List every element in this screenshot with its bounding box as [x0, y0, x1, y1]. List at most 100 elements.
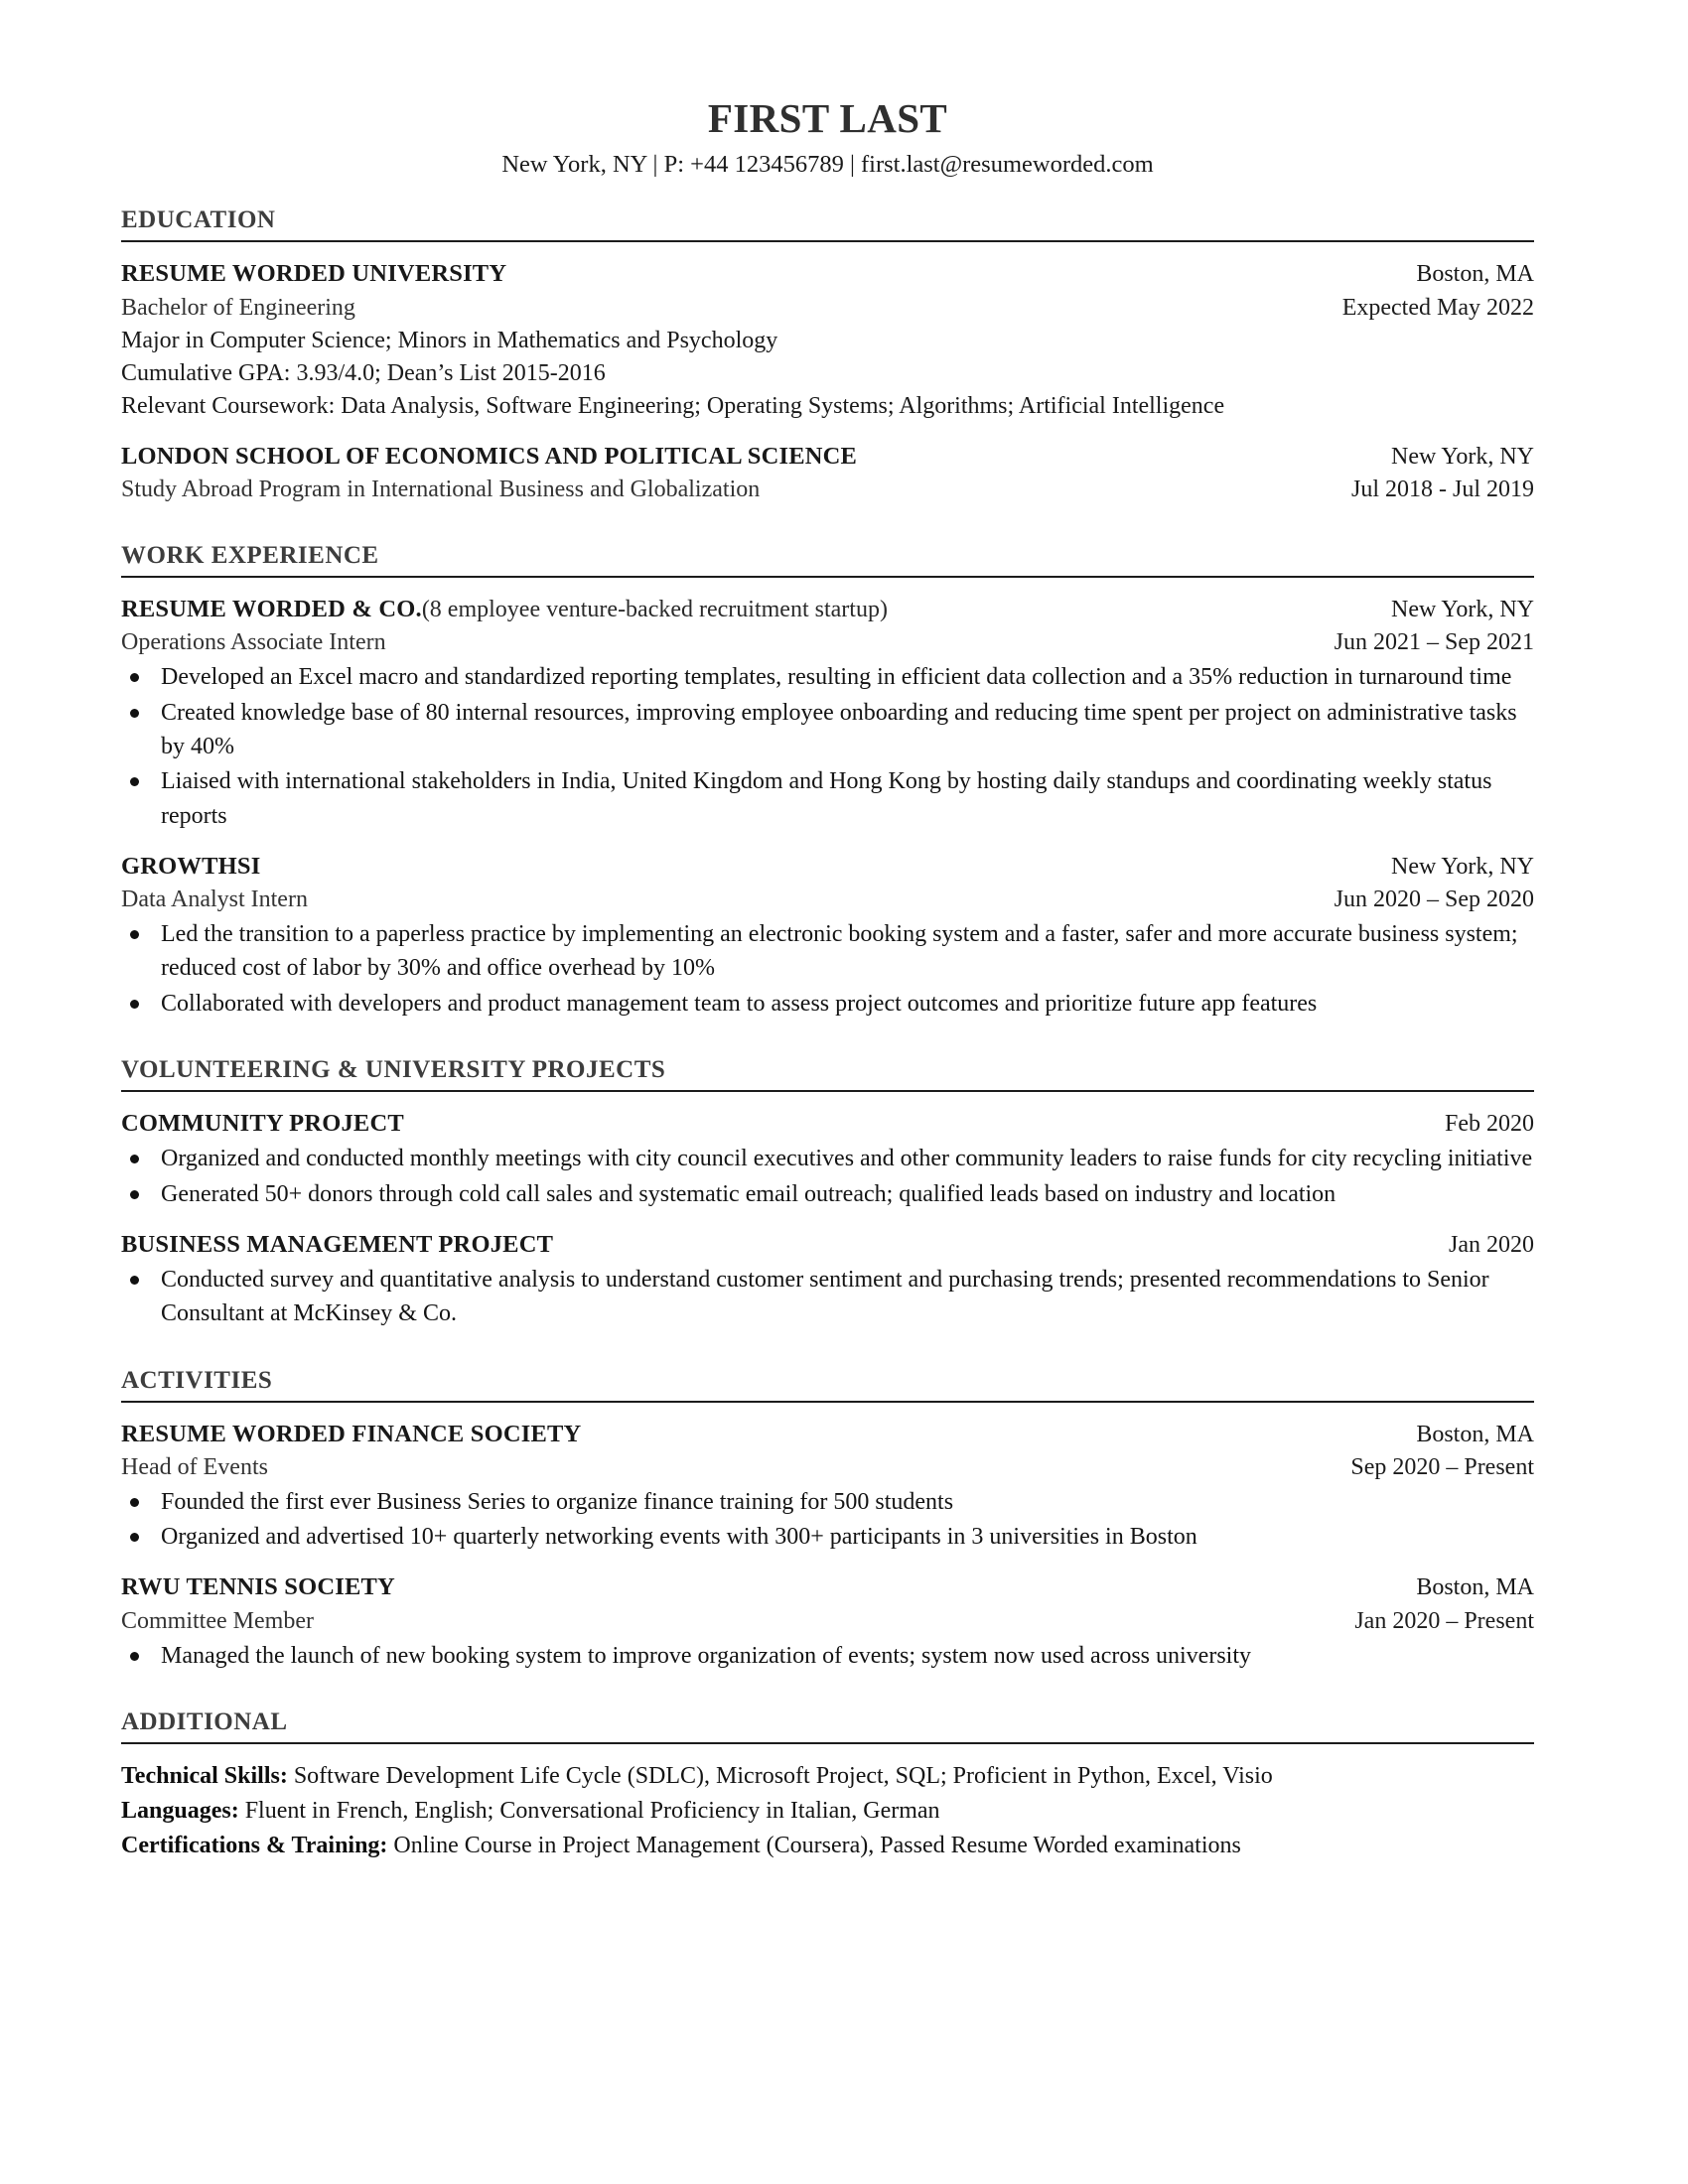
entry-role-row: Head of Events Sep 2020 – Present — [121, 1451, 1534, 1484]
organization-location: New York, NY — [1390, 443, 1534, 470]
bullet-item: Organized and advertised 10+ quarterly n… — [121, 1520, 1534, 1554]
entry-header-row: BUSINESS MANAGEMENT PROJECT Jan 2020 — [121, 1228, 1534, 1262]
entry-left: COMMUNITY PROJECT — [121, 1107, 1445, 1141]
project-name: COMMUNITY PROJECT — [121, 1110, 404, 1138]
entry-header-row: RESUME WORDED & CO.(8 employee venture-b… — [121, 593, 1534, 626]
bullet-list: Conducted survey and quantitative analys… — [121, 1263, 1534, 1331]
bullet-item: Organized and conducted monthly meetings… — [121, 1142, 1534, 1175]
entry-left: LONDON SCHOOL OF ECONOMICS AND POLITICAL… — [121, 440, 1391, 474]
entry-header-row: COMMUNITY PROJECT Feb 2020 — [121, 1107, 1534, 1141]
bullet-item: Developed an Excel macro and standardize… — [121, 660, 1534, 694]
entry-left: RWU TENNIS SOCIETY — [121, 1570, 1416, 1604]
role-dates: Sep 2020 – Present — [1350, 1453, 1534, 1480]
section-volunteering: VOLUNTEERING & UNIVERSITY PROJECTS COMMU… — [121, 1055, 1534, 1330]
activity-entry: RWU TENNIS SOCIETY Boston, MA Committee … — [121, 1570, 1534, 1673]
section-title-activities: ACTIVITIES — [121, 1366, 273, 1394]
bullet-item: Collaborated with developers and product… — [121, 987, 1534, 1021]
organization-location: New York, NY — [1390, 597, 1534, 623]
organization-name: RWU TENNIS SOCIETY — [121, 1573, 395, 1601]
organization-location: New York, NY — [1390, 853, 1534, 880]
section-additional: ADDITIONAL Technical Skills: Software De… — [121, 1707, 1534, 1862]
work-entry: RESUME WORDED & CO.(8 employee venture-b… — [121, 593, 1534, 833]
education-entry: RESUME WORDED UNIVERSITY Boston, MA Bach… — [121, 257, 1534, 423]
section-divider — [121, 1741, 1534, 1744]
project-entry: COMMUNITY PROJECT Feb 2020 Organized and… — [121, 1107, 1534, 1211]
project-entry: BUSINESS MANAGEMENT PROJECT Jan 2020 Con… — [121, 1228, 1534, 1331]
organization-location: Boston, MA — [1416, 1574, 1534, 1601]
role-title: Head of Events — [121, 1453, 268, 1480]
role-dates: Expected May 2022 — [1341, 294, 1534, 321]
bullet-item: Founded the first ever Business Series t… — [121, 1485, 1534, 1519]
contact-line: New York, NY | P: +44 123456789 | first.… — [501, 150, 1154, 178]
entry-header-row: RWU TENNIS SOCIETY Boston, MA — [121, 1570, 1534, 1604]
bullet-list: Developed an Excel macro and standardize… — [121, 660, 1534, 833]
section-education: EDUCATION RESUME WORDED UNIVERSITY Bosto… — [121, 205, 1534, 506]
project-date: Feb 2020 — [1445, 1111, 1534, 1138]
role-dates: Jul 2018 - Jul 2019 — [1350, 477, 1534, 503]
additional-value: Software Development Life Cycle (SDLC), … — [287, 1762, 1273, 1789]
organization-name: RESUME WORDED UNIVERSITY — [121, 260, 507, 288]
bullet-list: Managed the launch of new booking system… — [121, 1639, 1534, 1673]
additional-label: Technical Skills: — [121, 1762, 288, 1789]
additional-label: Certifications & Training: — [121, 1832, 388, 1858]
role-title: Operations Associate Intern — [121, 629, 386, 656]
education-entry: LONDON SCHOOL OF ECONOMICS AND POLITICAL… — [121, 440, 1534, 506]
entry-header-row: RESUME WORDED FINANCE SOCIETY Boston, MA — [121, 1418, 1534, 1451]
entry-role-row: Data Analyst Intern Jun 2020 – Sep 2020 — [121, 884, 1534, 916]
section-divider — [121, 1090, 1534, 1093]
section-divider — [121, 240, 1534, 243]
resume-header: FIRST LAST New York, NY | P: +44 1234567… — [121, 95, 1534, 180]
project-date: Jan 2020 — [1449, 1231, 1534, 1258]
organization-location: Boston, MA — [1416, 1421, 1534, 1447]
section-activities: ACTIVITIES RESUME WORDED FINANCE SOCIETY… — [121, 1366, 1534, 1673]
bullet-item: Led the transition to a paperless practi… — [121, 917, 1534, 986]
entry-header-row: GROWTHSI New York, NY — [121, 850, 1534, 884]
bullet-item: Liaised with international stakeholders … — [121, 764, 1534, 833]
entry-left: RESUME WORDED UNIVERSITY — [121, 257, 1416, 291]
organization-name: LONDON SCHOOL OF ECONOMICS AND POLITICAL… — [121, 442, 858, 470]
organization-note: (8 employee venture-backed recruitment s… — [421, 597, 888, 623]
role-title: Bachelor of Engineering — [121, 294, 355, 321]
section-title-education: EDUCATION — [121, 206, 276, 234]
candidate-name: FIRST LAST — [707, 95, 948, 141]
organization-name: GROWTHSI — [121, 852, 261, 880]
section-title-volunteering: VOLUNTEERING & UNIVERSITY PROJECTS — [121, 1056, 666, 1084]
entry-left: GROWTHSI — [121, 850, 1391, 884]
entry-left: BUSINESS MANAGEMENT PROJECT — [121, 1228, 1449, 1262]
bullet-item: Generated 50+ donors through cold call s… — [121, 1177, 1534, 1211]
additional-row: Technical Skills: Software Development L… — [121, 1759, 1534, 1794]
role-title: Committee Member — [121, 1607, 314, 1634]
activity-entry: RESUME WORDED FINANCE SOCIETY Boston, MA… — [121, 1418, 1534, 1555]
additional-value: Online Course in Project Management (Cou… — [387, 1832, 1241, 1858]
education-detail: Major in Computer Science; Minors in Mat… — [121, 327, 778, 353]
bullet-item: Managed the launch of new booking system… — [121, 1639, 1534, 1673]
role-title: Study Abroad Program in International Bu… — [121, 477, 761, 503]
additional-row: Languages: Fluent in French, English; Co… — [121, 1794, 1534, 1829]
entry-role-row: Operations Associate Intern Jun 2021 – S… — [121, 626, 1534, 659]
bullet-list: Founded the first ever Business Series t… — [121, 1485, 1534, 1555]
bullet-item: Created knowledge base of 80 internal re… — [121, 696, 1534, 764]
section-title-additional: ADDITIONAL — [121, 1707, 288, 1735]
entry-role-row: Bachelor of Engineering Expected May 202… — [121, 292, 1534, 325]
education-detail: Relevant Coursework: Data Analysis, Soft… — [121, 392, 1225, 419]
bullet-list: Led the transition to a paperless practi… — [121, 917, 1534, 1021]
project-name: BUSINESS MANAGEMENT PROJECT — [121, 1230, 554, 1258]
resume-page: FIRST LAST New York, NY | P: +44 1234567… — [0, 0, 1688, 2184]
role-dates: Jan 2020 – Present — [1354, 1607, 1534, 1634]
section-divider — [121, 576, 1534, 579]
role-title: Data Analyst Intern — [121, 887, 308, 913]
work-entry: GROWTHSI New York, NY Data Analyst Inter… — [121, 850, 1534, 1021]
bullet-list: Organized and conducted monthly meetings… — [121, 1142, 1534, 1211]
section-divider — [121, 1400, 1534, 1403]
entry-role-row: Study Abroad Program in International Bu… — [121, 474, 1534, 506]
role-dates: Jun 2021 – Sep 2021 — [1334, 629, 1534, 656]
bullet-item: Conducted survey and quantitative analys… — [121, 1263, 1534, 1331]
role-dates: Jun 2020 – Sep 2020 — [1334, 887, 1534, 913]
organization-location: Boston, MA — [1416, 261, 1534, 288]
section-work-experience: WORK EXPERIENCE RESUME WORDED & CO.(8 em… — [121, 541, 1534, 1021]
entry-left: RESUME WORDED & CO.(8 employee venture-b… — [121, 593, 1391, 626]
